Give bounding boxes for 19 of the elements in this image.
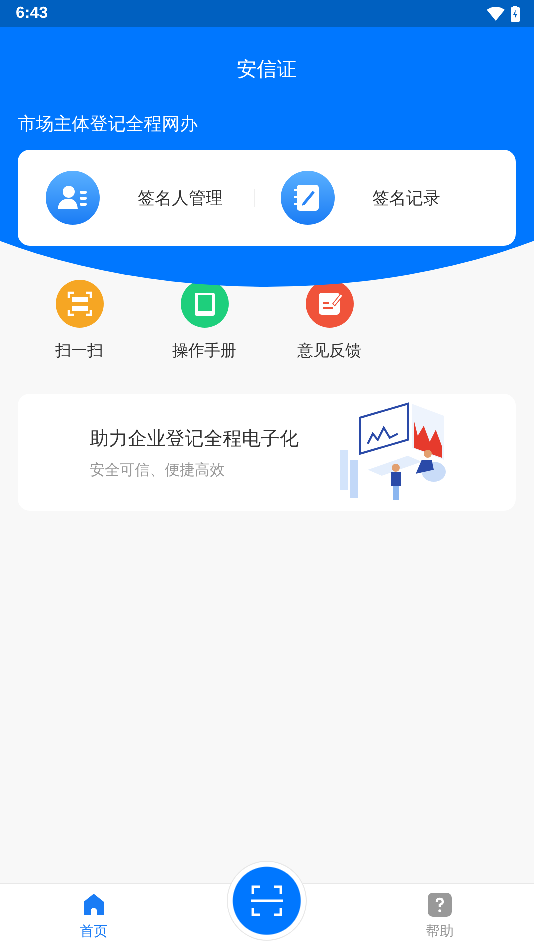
action-label[interactable]: 扫一扫 (56, 341, 104, 362)
app-title: 安信证 (237, 56, 297, 82)
wifi-icon (487, 6, 505, 20)
header-subtitle: 市场主体登记全程网办 (18, 113, 198, 137)
nav-tab[interactable]: 首页 (39, 884, 149, 950)
banner-card[interactable]: 助力企业登记全程电子化 安全可信、便捷高效 (18, 394, 516, 511)
contact-icon[interactable] (46, 171, 100, 225)
action-label[interactable]: 操作手册 (172, 341, 236, 362)
battery-icon (511, 6, 520, 22)
home-icon (82, 893, 106, 917)
notebook-icon[interactable] (280, 171, 334, 225)
help-icon (428, 893, 452, 917)
menu-label[interactable]: 签名记录 (372, 186, 440, 210)
banner-subtitle: 安全可信、便捷高效 (90, 460, 226, 480)
menu-label[interactable]: 签名人管理 (138, 186, 223, 210)
action-label[interactable]: 意见反馈 (298, 341, 362, 362)
banner-title: 助力企业登记全程电子化 (90, 426, 300, 452)
status-time: 6:43 (16, 4, 48, 22)
scan-icon (250, 884, 284, 918)
